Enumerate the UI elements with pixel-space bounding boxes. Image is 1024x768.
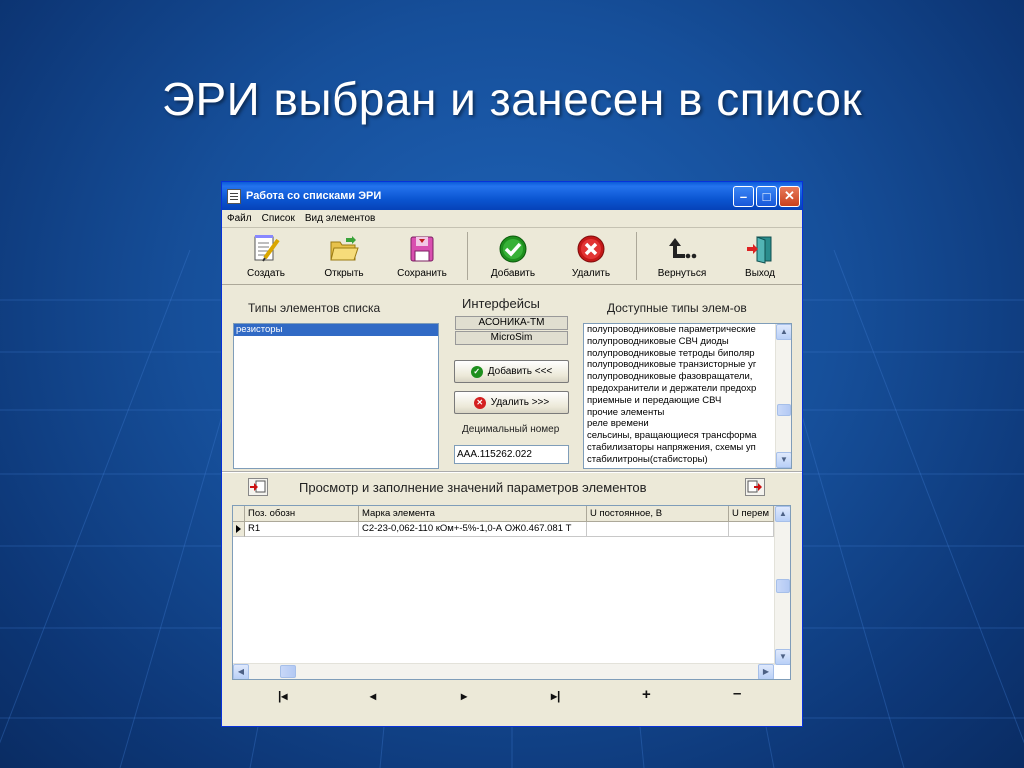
notepad-icon bbox=[227, 188, 241, 204]
column-header[interactable]: Поз. обозн bbox=[245, 506, 359, 522]
remove-from-list-label: Удалить >>> bbox=[490, 397, 550, 408]
delete-button[interactable]: Удалить bbox=[552, 228, 630, 284]
table-cell[interactable]: R1 bbox=[245, 522, 359, 537]
menu-list[interactable]: Список bbox=[257, 213, 300, 224]
minimize-button[interactable]: – bbox=[733, 185, 754, 207]
x-icon: ✕ bbox=[473, 396, 486, 409]
list-item[interactable]: полупроводниковые транзисторные уг bbox=[584, 359, 776, 371]
add-to-list-button[interactable]: ✓ Добавить <<< bbox=[454, 360, 569, 383]
title-bar[interactable]: Работа со списками ЭРИ – □ ✕ bbox=[222, 182, 802, 210]
list-item[interactable]: сельсины, вращающиеся трансформа bbox=[584, 430, 776, 442]
list-item[interactable]: предохранители и держатели предохр bbox=[584, 383, 776, 395]
window-title: Работа со списками ЭРИ bbox=[246, 190, 382, 202]
nav-last-button[interactable]: ▸| bbox=[551, 689, 560, 703]
check-icon: ✓ bbox=[470, 365, 483, 378]
open-button[interactable]: Открыть bbox=[305, 228, 383, 284]
floppy-disk-icon bbox=[406, 233, 438, 265]
available-scrollbar[interactable]: ▲ ▼ bbox=[775, 324, 791, 468]
nav-first-button[interactable]: |◂ bbox=[278, 689, 287, 703]
menu-file[interactable]: Файл bbox=[222, 213, 257, 224]
scroll-left-icon[interactable]: ◀ bbox=[233, 664, 249, 679]
return-label: Вернуться bbox=[657, 268, 707, 279]
list-item[interactable]: стабилитроны(стабисторы) bbox=[584, 454, 776, 466]
scroll-down-icon[interactable]: ▼ bbox=[775, 649, 790, 665]
toolbar-separator bbox=[636, 232, 637, 280]
exit-door-icon bbox=[744, 233, 776, 265]
interface-microsim[interactable]: MicroSim bbox=[455, 331, 568, 345]
table-cell[interactable] bbox=[729, 522, 774, 537]
lists-panel: Типы элементов списка резисторы Интерфей… bbox=[222, 285, 802, 473]
params-grid[interactable]: Поз. обозн Марка элемента U постоянное, … bbox=[232, 505, 791, 680]
remove-from-list-button[interactable]: ✕ Удалить >>> bbox=[454, 391, 569, 414]
nav-add-button[interactable]: + bbox=[642, 686, 651, 703]
close-button[interactable]: ✕ bbox=[779, 185, 800, 207]
add-label: Добавить bbox=[490, 268, 536, 279]
create-button[interactable]: Создать bbox=[227, 228, 305, 284]
green-check-icon bbox=[497, 233, 529, 265]
open-label: Открыть bbox=[324, 268, 364, 279]
red-x-icon bbox=[575, 233, 607, 265]
list-item[interactable]: полупроводниковые параметрические bbox=[584, 324, 776, 336]
return-arrow-icon bbox=[666, 233, 698, 265]
list-item[interactable]: прочие элементы bbox=[584, 407, 776, 419]
return-button[interactable]: Вернуться bbox=[643, 228, 721, 284]
list-item[interactable]: полупроводниковые СВЧ диоды bbox=[584, 336, 776, 348]
column-header[interactable]: Марка элемента bbox=[359, 506, 587, 522]
list-item[interactable]: полупроводниковые фазовращатели, bbox=[584, 371, 776, 383]
list-item[interactable]: стабилизаторы напряжения, схемы уп bbox=[584, 442, 776, 454]
params-title: Просмотр и заполнение значений параметро… bbox=[299, 480, 647, 495]
list-item[interactable]: приемные и передающие СВЧ bbox=[584, 395, 776, 407]
nav-prev-button[interactable]: ◂ bbox=[370, 689, 376, 703]
table-cell[interactable]: С2-23-0,062-110 кОм+-5%-1,0-А ОЖ0.467.08… bbox=[359, 522, 587, 537]
slide-title: ЭРИ выбран и занесен в список bbox=[161, 73, 863, 125]
add-to-list-label: Добавить <<< bbox=[487, 366, 553, 377]
maximize-button[interactable]: □ bbox=[756, 185, 777, 207]
scroll-up-icon[interactable]: ▲ bbox=[775, 506, 790, 522]
list-item[interactable]: полупроводниковые тетроды биполяр bbox=[584, 348, 776, 360]
available-types-list[interactable]: полупроводниковые параметрические полупр… bbox=[583, 323, 792, 469]
column-header[interactable]: U постоянное, В bbox=[587, 506, 729, 522]
scroll-up-icon[interactable]: ▲ bbox=[776, 324, 791, 340]
notepad-pencil-icon bbox=[250, 233, 282, 265]
nav-next-button[interactable]: ▸ bbox=[461, 689, 467, 703]
row-header-corner bbox=[233, 506, 245, 522]
save-button[interactable]: Сохранить bbox=[383, 228, 461, 284]
decimal-label: Децимальный номер bbox=[462, 424, 560, 435]
decimal-number-input[interactable] bbox=[454, 445, 569, 464]
open-folder-icon bbox=[328, 233, 360, 265]
menu-view[interactable]: Вид элементов bbox=[300, 213, 380, 224]
scroll-down-icon[interactable]: ▼ bbox=[776, 452, 791, 468]
exit-label: Выход bbox=[745, 268, 775, 279]
scroll-thumb[interactable] bbox=[776, 579, 790, 593]
list-item[interactable]: резисторы bbox=[234, 324, 438, 336]
create-label: Создать bbox=[246, 268, 285, 279]
list-item[interactable]: реле времени bbox=[584, 418, 776, 430]
export-icon[interactable] bbox=[745, 478, 765, 496]
scroll-right-icon[interactable]: ▶ bbox=[758, 664, 774, 679]
row-indicator-icon bbox=[233, 522, 245, 537]
grid-horizontal-scrollbar[interactable]: ◀ ▶ bbox=[233, 663, 774, 679]
menu-bar: Файл Список Вид элементов bbox=[222, 210, 802, 228]
interfaces-label: Интерфейсы bbox=[462, 296, 540, 311]
add-button[interactable]: Добавить bbox=[474, 228, 552, 284]
params-header: Просмотр и заполнение значений параметро… bbox=[222, 473, 802, 501]
grid-vertical-scrollbar[interactable]: ▲ ▼ bbox=[774, 506, 790, 665]
scroll-thumb[interactable] bbox=[777, 404, 791, 416]
import-icon[interactable] bbox=[248, 478, 268, 496]
nav-delete-button[interactable]: – bbox=[733, 685, 741, 702]
column-header[interactable]: U перем bbox=[729, 506, 774, 522]
types-list[interactable]: резисторы bbox=[233, 323, 439, 469]
toolbar-separator bbox=[467, 232, 468, 280]
save-label: Сохранить bbox=[397, 268, 447, 279]
table-cell[interactable] bbox=[587, 522, 729, 537]
delete-label: Удалить bbox=[571, 268, 611, 279]
toolbar: Создать Открыть Сохранить Добавить Удали… bbox=[222, 228, 802, 285]
scroll-thumb[interactable] bbox=[280, 665, 296, 678]
available-label: Доступные типы элем-ов bbox=[607, 301, 747, 315]
app-window: Работа со списками ЭРИ – □ ✕ Файл Список… bbox=[221, 181, 803, 727]
interface-asonika[interactable]: АСОНИКА-ТМ bbox=[455, 316, 568, 330]
exit-button[interactable]: Выход bbox=[721, 228, 799, 284]
types-label: Типы элементов списка bbox=[248, 301, 381, 315]
